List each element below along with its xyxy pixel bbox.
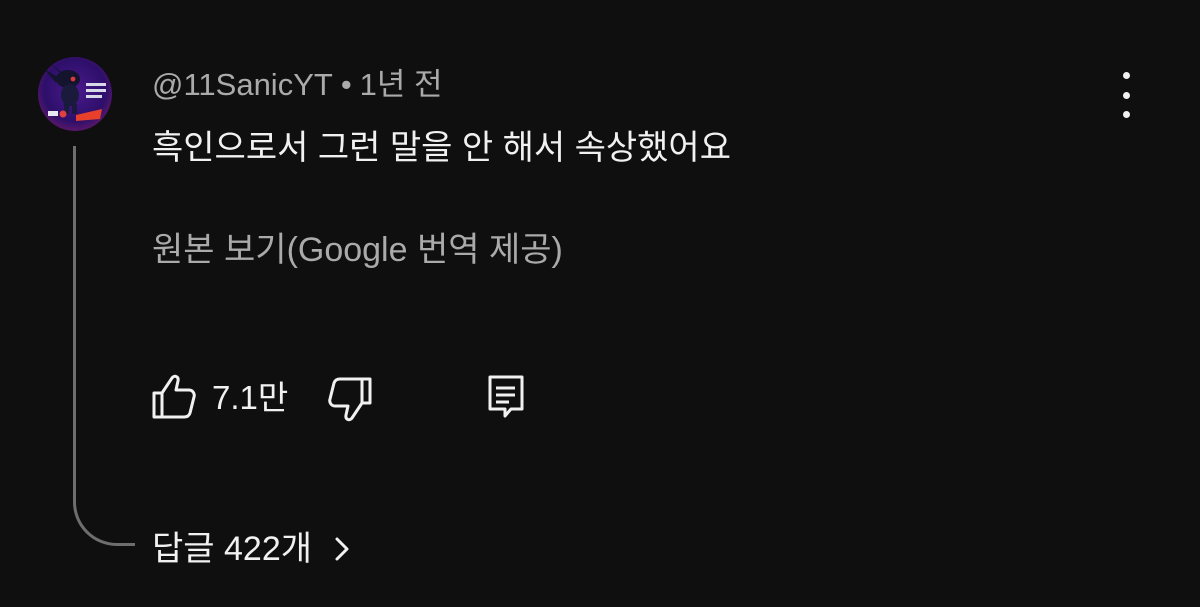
more-vertical-icon [1122,91,1130,99]
see-original-link[interactable]: 원본 보기(Google 번역 제공) [152,228,563,272]
like-button[interactable] [150,372,198,422]
chevron-right-icon [335,537,349,561]
more-vertical-icon [1122,111,1130,118]
avatar-image [38,57,112,131]
thumbs-up-icon [152,374,196,419]
comment-reply-icon [488,375,524,418]
thumbs-down-icon [328,377,372,422]
reply-button[interactable] [484,372,528,422]
timestamp: 1년 전 [359,67,443,102]
more-vertical-icon [1122,72,1130,79]
meta-separator: • [340,67,352,102]
more-options-button[interactable] [1106,72,1146,118]
author-name[interactable]: @11SanicYT [152,67,333,102]
comment-header: @11SanicYT • 1년 전 [152,66,443,104]
thread-line [73,146,135,546]
like-count: 7.1만 [212,379,289,416]
comment-card: @11SanicYT • 1년 전 흑인으로서 그런 말을 안 해서 속상했어요 원… [0,0,1200,607]
comment-text: 흑인으로서 그런 말을 안 해서 속상했어요 [152,129,731,167]
avatar[interactable] [38,57,112,131]
dislike-button[interactable] [326,374,374,424]
replies-count: 답글 422개 [152,530,313,568]
view-replies-button[interactable]: 답글 422개 [152,526,352,572]
